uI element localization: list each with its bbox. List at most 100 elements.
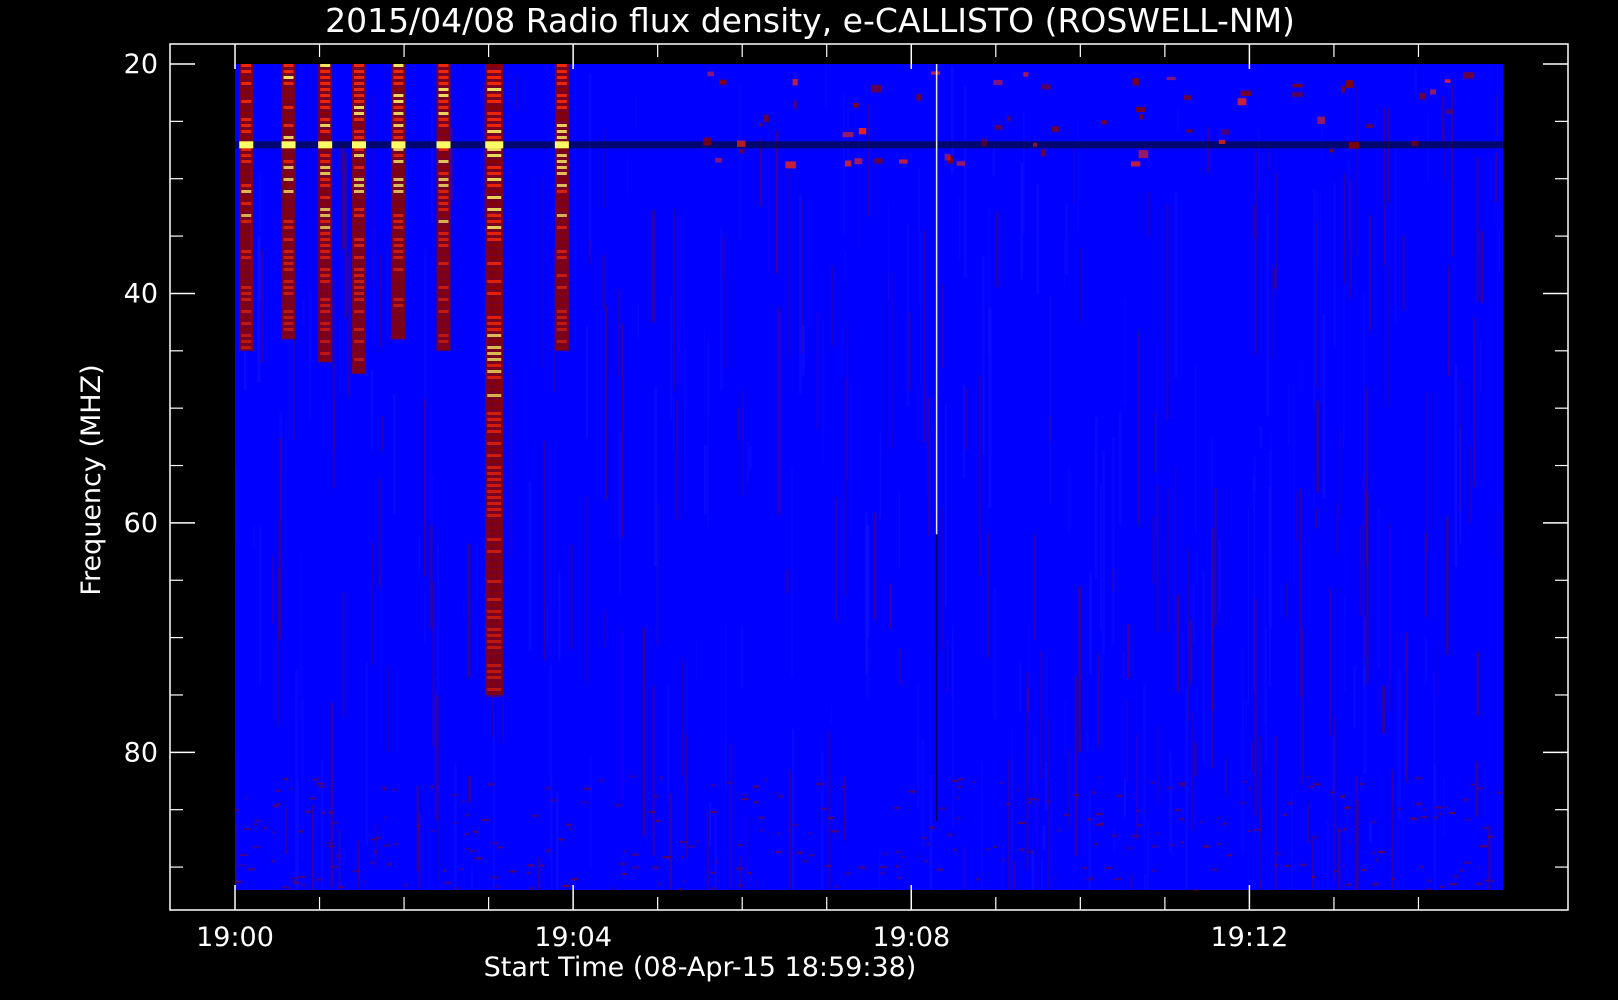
burst-stripe (393, 136, 404, 139)
burst-stripe (283, 214, 294, 217)
noise-streak (685, 733, 688, 857)
noise-speck (1203, 845, 1209, 848)
noise-streak (962, 384, 966, 478)
noise-speck (292, 880, 297, 883)
noise-streak (296, 781, 299, 890)
noise-speck (1484, 879, 1490, 882)
noise-streak (844, 777, 846, 841)
burst-stripe (393, 82, 404, 85)
noise-streak (1398, 668, 1401, 821)
noise-streak (237, 754, 239, 890)
noise-speck (653, 795, 659, 798)
noise-streak (372, 94, 374, 287)
burst-stripe (283, 328, 294, 331)
noise-streak (528, 481, 532, 650)
burst-stripe (438, 88, 449, 91)
burst-stripe (241, 202, 252, 205)
burst-stripe (487, 226, 502, 229)
noise-streak (786, 570, 789, 594)
burst-stripe (283, 334, 294, 337)
burst-stripe (487, 490, 502, 493)
burst-stripe (487, 598, 502, 601)
burst-stripe (320, 340, 331, 343)
noise-streak (437, 545, 439, 696)
noise-streak (1137, 331, 1140, 525)
noise-speck (652, 866, 659, 869)
burst-stripe (393, 220, 404, 223)
burst-stripe (393, 226, 404, 229)
noise-streak (235, 824, 237, 890)
burst-stripe (353, 364, 364, 367)
burst-stripe (393, 232, 404, 235)
noise-speck (243, 828, 252, 830)
burst-stripe (556, 310, 567, 313)
noise-streak (925, 383, 927, 503)
burst-stripe (283, 82, 294, 85)
noise-streak (1362, 475, 1365, 658)
burst-stripe (241, 322, 252, 325)
noise-speck (235, 809, 240, 811)
noise-streak (1118, 411, 1122, 525)
noise-streak (431, 107, 434, 224)
noise-speck (715, 861, 718, 864)
burst-stripe (487, 262, 502, 265)
noise-speck (658, 882, 661, 885)
noise-speck (1449, 883, 1458, 886)
burst-stripe (320, 76, 331, 79)
noise-speck (252, 846, 261, 849)
noise-streak (1086, 732, 1089, 753)
noise-speck (1427, 879, 1432, 882)
burst-stripe (283, 106, 294, 109)
noise-speck (994, 124, 1003, 130)
noise-speck (253, 823, 258, 826)
noise-streak (1313, 466, 1315, 508)
noise-speck (1104, 867, 1113, 869)
burst-stripe (487, 688, 502, 691)
burst-stripe (438, 202, 449, 205)
noise-speck (1150, 781, 1156, 784)
noise-speck (491, 842, 499, 845)
burst-stripe (487, 586, 502, 589)
burst-stripe (438, 130, 449, 133)
noise-speck (276, 789, 281, 792)
noise-streak (738, 408, 740, 441)
burst-stripe (487, 616, 502, 619)
burst-stripe (438, 94, 449, 97)
noise-speck (1464, 818, 1472, 821)
burst-stripe (241, 256, 252, 259)
noise-streak (301, 300, 305, 327)
noise-speck (777, 795, 784, 798)
burst-stripe (487, 562, 502, 565)
noise-speck (298, 876, 306, 878)
noise-streak (898, 490, 900, 569)
burst-stripe (393, 328, 404, 331)
noise-speck (326, 841, 332, 844)
noise-speck (247, 868, 256, 871)
noise-streak (965, 388, 969, 450)
noise-streak (676, 400, 679, 520)
burst-stripe (283, 322, 294, 325)
burst-stripe (438, 244, 449, 247)
noise-speck (711, 887, 717, 890)
noise-speck (1410, 817, 1418, 820)
noise-speck (1131, 834, 1139, 837)
burst-stripe (487, 502, 502, 505)
noise-streak (371, 541, 373, 666)
burst-stripe (487, 544, 502, 547)
noise-speck (1166, 76, 1176, 81)
burst-stripe (353, 106, 364, 109)
burst-stripe (320, 202, 331, 205)
noise-streak (1065, 204, 1068, 275)
burst-stripe (320, 250, 331, 253)
noise-streak (1049, 295, 1052, 506)
noise-speck (1377, 850, 1386, 853)
noise-streak (745, 814, 747, 890)
burst-stripe (320, 298, 331, 301)
noise-streak (946, 642, 949, 693)
burst-peak (351, 141, 366, 149)
noise-speck (707, 71, 714, 77)
burst-stripe (487, 634, 502, 637)
noise-streak (1130, 874, 1133, 890)
noise-speck (1136, 107, 1146, 113)
burst-stripe (283, 160, 294, 163)
